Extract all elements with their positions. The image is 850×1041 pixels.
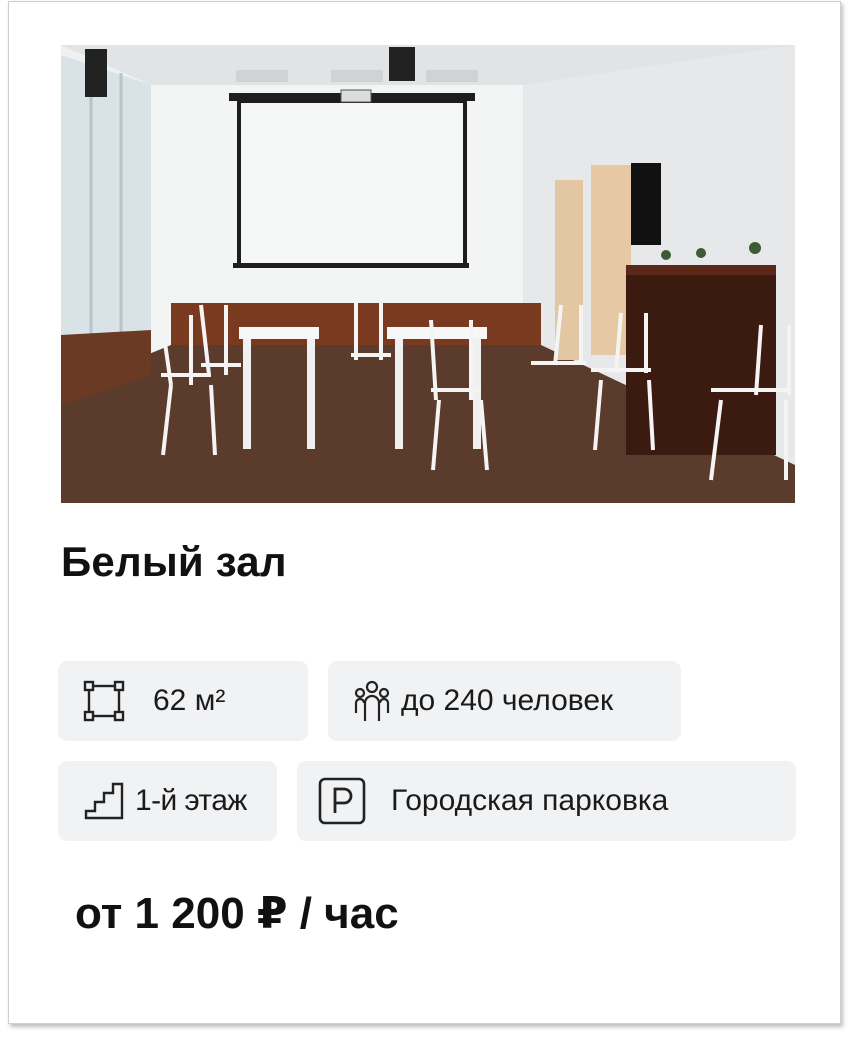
area-chip: 62 м² (58, 661, 308, 741)
stairs-icon (83, 781, 125, 821)
venue-title: Белый зал (61, 538, 287, 585)
hall-photo[interactable] (61, 45, 795, 503)
capacity-label: до 240 человек (401, 684, 614, 717)
parking-label: Городская парковка (391, 784, 669, 817)
floor-chip: 1-й этаж (58, 761, 277, 841)
area-label: 62 м² (153, 684, 226, 717)
area-square-icon (83, 680, 125, 722)
parking-icon (317, 776, 367, 826)
floor-label: 1-й этаж (135, 784, 247, 817)
people-group-icon (353, 679, 391, 723)
price-label: от 1 200 ₽ / час (75, 889, 399, 938)
parking-chip: Городская парковка (297, 761, 796, 841)
capacity-chip: до 240 человек (328, 661, 681, 741)
